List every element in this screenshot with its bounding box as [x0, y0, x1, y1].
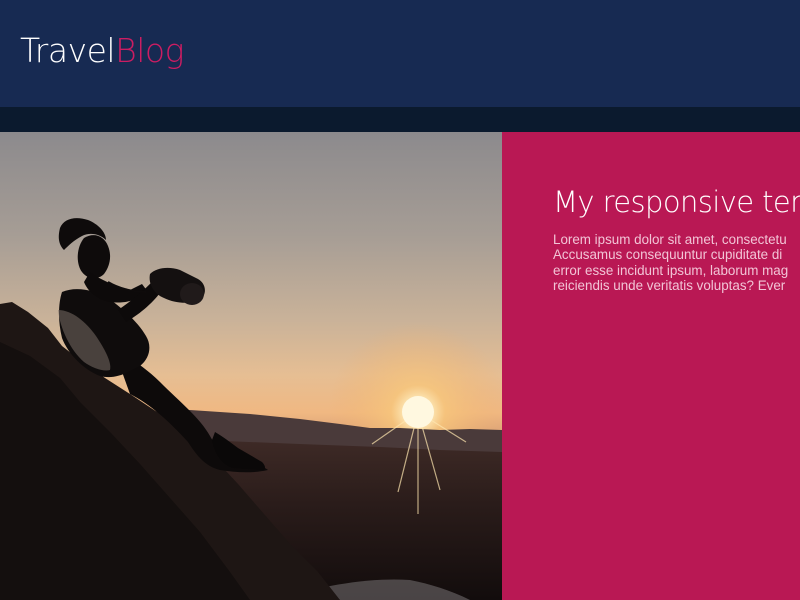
feature-text-line: Accusamus consequuntur cupiditate di: [553, 247, 783, 263]
nav-strip: [0, 107, 800, 132]
hero-photo: [0, 132, 502, 600]
feature-text: Lorem ipsum dolor sit amet, consectetu A…: [553, 232, 800, 294]
logo-text-travel: Travel: [20, 31, 116, 70]
feature-text-line: error esse incidunt ipsum, laborum mag: [553, 262, 789, 278]
site-logo[interactable]: TravelBlog: [20, 31, 184, 71]
feature-text-line: Lorem ipsum dolor sit amet, consectetu: [553, 232, 787, 247]
feature-text-line: reiciendis unde veritatis voluptas? Ever: [553, 278, 786, 294]
feature-title: My responsive tem: [553, 185, 800, 219]
logo-text-blog: Blog: [115, 31, 184, 70]
site-header: TravelBlog: [0, 0, 800, 107]
feature-panel: My responsive tem Lorem ipsum dolor sit …: [502, 132, 800, 600]
